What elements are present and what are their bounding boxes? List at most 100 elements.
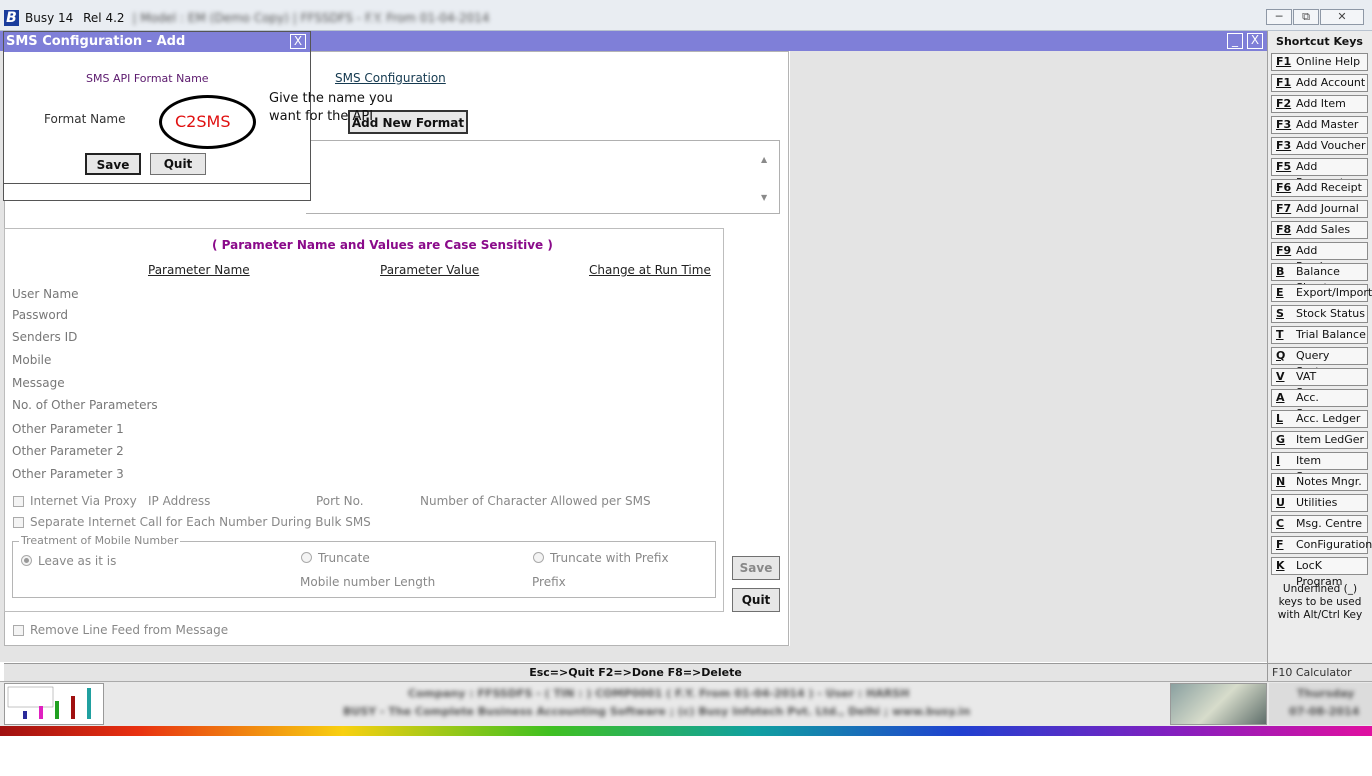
truncate-radio[interactable] [301, 552, 312, 563]
shortcut-key: F5 [1276, 160, 1292, 173]
shortcut-item[interactable]: F1 Online Help [1271, 53, 1368, 71]
shortcut-item[interactable]: S Stock Status [1271, 305, 1368, 323]
quit-button[interactable]: Quit [732, 588, 780, 612]
shortcut-label: Online Help [1296, 55, 1361, 68]
calculator-button[interactable]: F10 Calculator [1267, 663, 1372, 681]
annotation-hint: Give the name you want for the API [269, 90, 399, 126]
shortcut-item[interactable]: QQuery System [1271, 347, 1368, 378]
separate-call-checkbox[interactable] [13, 517, 24, 528]
shortcut-key: F3 [1276, 118, 1292, 131]
truncate-with-prefix-label: Truncate with Prefix [550, 551, 669, 565]
mdi-close-button[interactable]: X [1247, 33, 1263, 49]
mobile-number-group [12, 541, 716, 598]
shortcut-key: F [1276, 538, 1284, 551]
remove-line-feed-checkbox[interactable] [13, 625, 24, 636]
shortcut-label: Add Account [1296, 76, 1366, 89]
window-close-button[interactable]: ✕ [1320, 9, 1364, 25]
window-minimize-button[interactable]: ─ [1266, 9, 1292, 25]
shortcut-item[interactable]: IItem Summary [1271, 452, 1368, 483]
shortcut-item[interactable]: T Trial Balance [1271, 326, 1368, 344]
shortcut-key: F1 [1276, 76, 1292, 89]
shortcut-item[interactable]: F ConFiguration [1271, 536, 1372, 554]
app-release: Rel 4.2 [83, 11, 125, 25]
shortcut-item[interactable]: F9Add Purchase [1271, 242, 1368, 273]
scroll-up-icon[interactable]: ▲ [761, 155, 767, 164]
shortcut-key: I [1276, 454, 1281, 467]
shortcut-label: Notes Mngr. [1296, 475, 1362, 488]
shortcut-item[interactable]: K LocK Program [1271, 557, 1368, 588]
column-parameter-name: Parameter Name [148, 263, 250, 277]
date-box: Thursday 07-08-2014 [1269, 683, 1372, 725]
shortcut-item[interactable]: F6 Add Receipt [1271, 179, 1368, 197]
shortcut-item[interactable]: N Notes Mngr. [1271, 473, 1368, 491]
mobile-group-title: Treatment of Mobile Number [19, 534, 181, 547]
leave-as-is-label: Leave as it is [38, 554, 117, 568]
separate-call-label: Separate Internet Call for Each Number D… [30, 515, 371, 529]
shortcut-key: F8 [1276, 223, 1292, 236]
shortcut-title: Shortcut Keys [1276, 35, 1363, 48]
shortcut-key: F2 [1276, 97, 1292, 110]
shortcut-key: F9 [1276, 244, 1292, 257]
column-parameter-value: Parameter Value [380, 263, 480, 277]
copyright-info: BUSY - The Complete Business Accounting … [343, 705, 971, 718]
shortcut-key: E [1276, 286, 1284, 299]
column-change-at-run-time: Change at Run Time [589, 263, 711, 277]
port-no-label: Port No. [316, 494, 364, 508]
shortcut-item[interactable]: AAcc. Summary [1271, 389, 1368, 420]
shortcut-label: Add Sales [1296, 223, 1351, 236]
shortcut-item[interactable]: F3 Add Master [1271, 116, 1368, 134]
shortcut-item[interactable]: U Utilities [1271, 494, 1368, 512]
shortcut-key: C [1276, 517, 1285, 530]
shortcut-item[interactable]: G Item LedGer [1271, 431, 1368, 449]
dialog-divider [4, 183, 310, 184]
dialog-save-button[interactable]: Save [85, 153, 141, 175]
shortcut-item[interactable]: F7 Add Journal [1271, 200, 1368, 218]
shortcut-label: Acc. Ledger [1296, 412, 1361, 425]
shortcut-key: K [1276, 559, 1285, 572]
sms-configuration-add-dialog: SMS Configuration - Add X SMS API Format… [3, 31, 311, 201]
shortcut-item[interactable]: F3 Add Voucher [1271, 137, 1368, 155]
dialog-close-button[interactable]: X [290, 34, 306, 49]
leave-as-is-radio[interactable] [21, 555, 32, 566]
shortcut-item[interactable]: F1 Add Account [1271, 74, 1368, 92]
shortcut-item[interactable]: L Acc. Ledger [1271, 410, 1368, 428]
save-button[interactable]: Save [732, 556, 780, 580]
shortcut-item[interactable]: F8 Add Sales [1271, 221, 1368, 239]
stamp-image [1170, 683, 1267, 725]
shortcut-key: F3 [1276, 139, 1292, 152]
ip-address-label: IP Address [148, 494, 211, 508]
shortcut-item[interactable]: F5Add Payment [1271, 158, 1368, 189]
shortcut-label: Stock Status [1296, 307, 1365, 320]
scroll-down-icon[interactable]: ▼ [761, 193, 767, 202]
internet-via-proxy-checkbox[interactable] [13, 496, 24, 507]
day-label: Thursday [1297, 687, 1355, 700]
shortcut-key: Q [1276, 349, 1286, 362]
mobile-number-length-label: Mobile number Length [300, 575, 436, 589]
hint-line-1: Give the name you [269, 91, 393, 106]
shortcut-key: L [1276, 412, 1284, 425]
shortcut-key: F7 [1276, 202, 1292, 215]
shortcut-key: T [1276, 328, 1284, 341]
app-name: Busy 14 [25, 11, 74, 25]
shortcut-item[interactable]: C Msg. Centre [1271, 515, 1368, 533]
shortcut-item[interactable]: BBalance Sheet [1271, 263, 1368, 294]
truncate-with-prefix-radio[interactable] [533, 552, 544, 563]
busy-logo-icon: B [4, 10, 19, 26]
internet-via-proxy-label: Internet Via Proxy [30, 494, 137, 508]
shortcut-key: V [1276, 370, 1285, 383]
format-list[interactable]: ▲ ▼ [306, 140, 780, 214]
app-title: Busy 14 Rel 4.2 | Model : EM (Demo Copy)… [25, 11, 490, 25]
shortcut-item[interactable]: E Export/Import [1271, 284, 1372, 302]
shortcut-item[interactable]: VVAT Summary [1271, 368, 1368, 399]
prefix-label: Prefix [532, 575, 566, 589]
format-name-field[interactable]: C2SMS [175, 112, 230, 131]
dialog-quit-button[interactable]: Quit [150, 153, 206, 175]
rainbow-strip [0, 726, 1372, 736]
shortcut-item[interactable]: F2 Add Item [1271, 95, 1368, 113]
dialog-title: SMS Configuration - Add [4, 32, 310, 52]
window-restore-button[interactable]: ⧉ [1293, 9, 1319, 25]
date-label: 07-08-2014 [1289, 705, 1360, 718]
shortcut-key: F6 [1276, 181, 1292, 194]
mdi-minimize-button[interactable]: _ [1227, 33, 1243, 49]
shortcut-label: Msg. Centre [1296, 517, 1362, 530]
